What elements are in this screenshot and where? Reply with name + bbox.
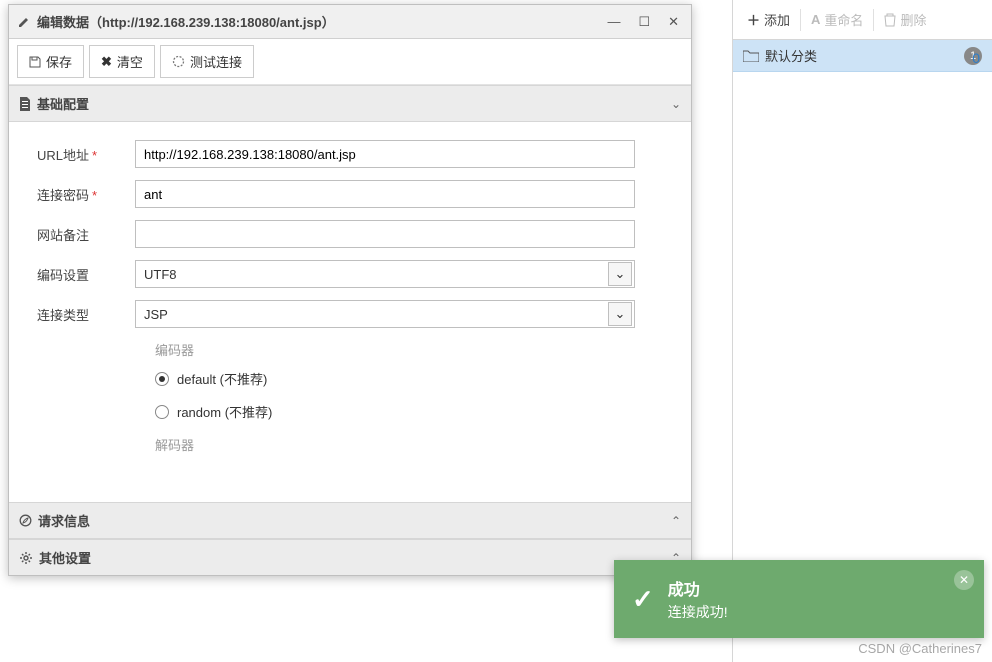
close-button[interactable]: ✕ xyxy=(664,12,683,32)
encoding-value: UTF8 xyxy=(144,267,177,282)
loading-icon xyxy=(172,55,185,68)
clear-label: 清空 xyxy=(117,52,143,71)
section-request-label: 请求信息 xyxy=(38,511,90,530)
edit-data-dialog: 编辑数据（http://192.168.239.138:18080/ant.js… xyxy=(8,4,692,576)
dialog-toolbar: 保存 ✖ 清空 测试连接 xyxy=(9,39,691,85)
toast-message: 连接成功! xyxy=(668,602,728,622)
conntype-label: 连接类型 xyxy=(37,305,135,324)
edit-icon xyxy=(17,15,31,29)
encoder-option-label: default (不推荐) xyxy=(177,369,267,388)
decoder-title: 解码器 xyxy=(155,435,677,454)
url-label: URL地址* xyxy=(37,145,135,164)
section-request-info[interactable]: 请求信息 ⌃ xyxy=(9,502,691,539)
category-item-default[interactable]: 默认分类 1 xyxy=(733,40,992,72)
encoder-title: 编码器 xyxy=(155,340,677,359)
trash-icon xyxy=(884,13,896,27)
chevron-down-icon: ⌄ xyxy=(608,302,632,326)
success-toast: ✓ 成功 连接成功! ✕ xyxy=(614,560,984,638)
minimize-button[interactable]: — xyxy=(603,12,624,32)
chevron-up-icon: ⌃ xyxy=(671,514,681,528)
font-icon: A xyxy=(811,12,820,27)
plus-icon: ＋ xyxy=(747,10,760,29)
section-other-label: 其他设置 xyxy=(39,548,91,567)
form-area: URL地址* 连接密码* 网站备注 编码设置 UTF8 ⌄ 连接类型 JSP ⌄ xyxy=(9,122,691,502)
category-label: 默认分类 xyxy=(765,46,817,65)
separator xyxy=(800,9,801,31)
chevron-down-icon: ⌄ xyxy=(608,262,632,286)
toast-close-button[interactable]: ✕ xyxy=(954,570,974,590)
title-url: （http://192.168.239.138:18080/ant.jsp） xyxy=(89,15,335,30)
compass-icon xyxy=(19,514,32,527)
delete-label: 删除 xyxy=(900,10,926,29)
file-icon xyxy=(19,97,31,111)
conntype-select[interactable]: JSP ⌄ xyxy=(135,300,635,328)
radio-icon xyxy=(155,372,169,386)
section-basic-label: 基础配置 xyxy=(37,94,89,113)
separator xyxy=(873,9,874,31)
add-label: 添加 xyxy=(764,10,790,29)
clear-button[interactable]: ✖ 清空 xyxy=(89,45,155,78)
test-label: 测试连接 xyxy=(190,52,242,71)
conntype-value: JSP xyxy=(144,307,168,322)
encoder-option-default[interactable]: default (不推荐) xyxy=(155,369,677,388)
bg-count: 0 xyxy=(972,50,980,66)
save-icon xyxy=(29,56,41,68)
add-button[interactable]: ＋ 添加 xyxy=(739,4,798,35)
dialog-title: 编辑数据（http://192.168.239.138:18080/ant.js… xyxy=(37,12,335,31)
encoder-option-label: random (不推荐) xyxy=(177,402,272,421)
encoder-option-random[interactable]: random (不推荐) xyxy=(155,402,677,421)
remark-input[interactable] xyxy=(135,220,635,248)
right-toolbar: ＋ 添加 A 重命名 删除 xyxy=(733,0,992,40)
rename-button[interactable]: A 重命名 xyxy=(803,4,871,35)
test-connection-button[interactable]: 测试连接 xyxy=(160,45,254,78)
title-prefix: 编辑数据 xyxy=(37,15,89,30)
toast-title: 成功 xyxy=(668,576,728,600)
check-icon: ✓ xyxy=(632,584,654,615)
password-label: 连接密码* xyxy=(37,185,135,204)
encoding-label: 编码设置 xyxy=(37,265,135,284)
encoding-select[interactable]: UTF8 ⌄ xyxy=(135,260,635,288)
watermark: CSDN @Catherines7 xyxy=(858,641,982,656)
save-label: 保存 xyxy=(46,52,72,71)
section-basic-config[interactable]: 基础配置 ⌄ xyxy=(9,85,691,122)
titlebar[interactable]: 编辑数据（http://192.168.239.138:18080/ant.js… xyxy=(9,5,691,39)
section-other-settings[interactable]: 其他设置 ⌃ xyxy=(9,539,691,575)
url-input[interactable] xyxy=(135,140,635,168)
delete-button[interactable]: 删除 xyxy=(876,4,934,35)
close-icon: ✖ xyxy=(101,54,112,70)
maximize-button[interactable]: ☐ xyxy=(634,12,654,32)
password-input[interactable] xyxy=(135,180,635,208)
chevron-down-icon: ⌄ xyxy=(671,97,681,111)
folder-icon xyxy=(743,50,759,62)
gear-icon xyxy=(19,551,33,565)
remark-label: 网站备注 xyxy=(37,225,135,244)
save-button[interactable]: 保存 xyxy=(17,45,84,78)
rename-label: 重命名 xyxy=(824,10,863,29)
radio-icon xyxy=(155,405,169,419)
